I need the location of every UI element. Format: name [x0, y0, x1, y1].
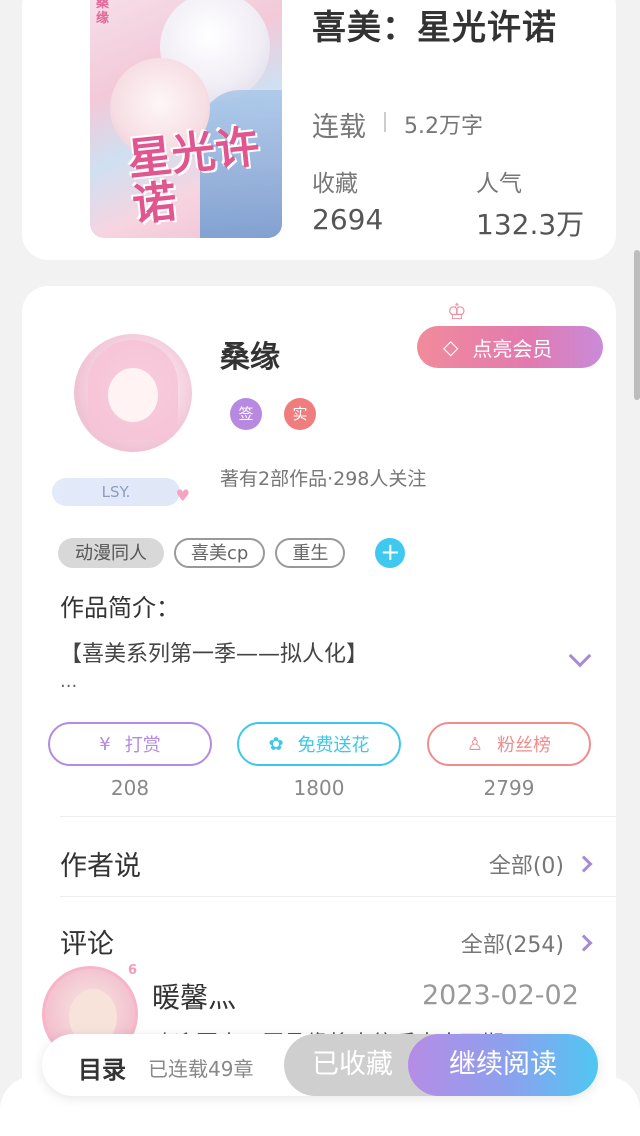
yen-icon: ¥ — [99, 733, 111, 755]
tip-label: 打赏 — [124, 735, 161, 756]
chevron-right-icon — [575, 855, 593, 873]
tip-button[interactable]: ¥ 打赏 — [48, 722, 212, 766]
vip-button-label: 点亮会员 — [472, 336, 553, 361]
author-card: LSY. ♥ 桑缘 ♔ ◇ 点亮会员 签 实 著有2部作品·298人关注 动漫同… — [22, 286, 616, 1136]
tag-item[interactable]: 喜美cp — [174, 538, 266, 568]
chapter-count: 已连载49章 — [148, 1057, 254, 1081]
flower-icon: ✿ — [268, 733, 284, 755]
continue-reading-button[interactable]: 继续阅读 — [408, 1034, 598, 1096]
verified-badge: 实 — [284, 398, 316, 430]
favorites-label: 收藏 — [312, 171, 358, 197]
bottom-action-bar: 目录 已连载49章 已收藏 继续阅读 — [42, 1034, 598, 1096]
divider — [60, 816, 616, 817]
intro-label: 作品简介： — [60, 594, 180, 622]
add-tag-icon[interactable]: + — [375, 538, 406, 568]
crown-icon: ♔ — [447, 300, 467, 325]
author-avatar[interactable] — [74, 334, 192, 452]
author-says-all-link[interactable]: 全部(0) — [488, 848, 593, 880]
divider — [60, 896, 616, 897]
chevron-right-icon — [575, 934, 593, 952]
popularity-value: 132.3万 — [476, 208, 585, 241]
author-name[interactable]: 桑缘 — [220, 332, 280, 376]
commenter-level: 6 — [127, 963, 137, 978]
author-says-title: 作者说 — [60, 851, 141, 882]
toc-button[interactable]: 目录 — [78, 1050, 126, 1085]
fan-count: 2799 — [483, 776, 535, 800]
tag-item[interactable]: 动漫同人 — [58, 538, 164, 568]
popularity-label: 人气 — [476, 171, 522, 197]
intro-text: 【喜美系列第一季——拟人化】 — [60, 642, 369, 667]
flower-count: 1800 — [293, 776, 345, 800]
cover-author-text: 桑缘 — [96, 0, 110, 26]
avatar-face — [108, 368, 158, 422]
book-status: 连载 — [312, 112, 366, 143]
fan-icon: ♙ — [466, 733, 484, 755]
author-meta: 著有2部作品·298人关注 — [220, 468, 427, 490]
comments-all-link[interactable]: 全部(254) — [460, 927, 593, 959]
book-cover[interactable]: 桑缘 星光许诺 — [90, 0, 282, 238]
signed-badge: 签 — [230, 398, 262, 430]
fan-ranking-label: 粉丝榜 — [497, 735, 552, 756]
scrollbar-thumb[interactable] — [634, 250, 640, 400]
status-divider — [384, 112, 386, 132]
cover-title-logo: 星光许诺 — [125, 121, 262, 232]
book-title: 喜美：星光许诺 — [312, 8, 557, 48]
send-flower-label: 免费送花 — [297, 735, 370, 756]
book-word-count: 5.2万字 — [404, 114, 483, 139]
comments-count: 全部(254) — [460, 933, 564, 958]
comment-date: 2023-02-02 — [422, 980, 579, 1011]
tag-list: 动漫同人 喜美cp 重生 + — [58, 538, 406, 568]
author-says-count: 全部(0) — [488, 854, 564, 879]
comments-title: 评论 — [60, 929, 114, 960]
send-flower-button[interactable]: ✿ 免费送花 — [237, 722, 401, 766]
nameplate-text: LSY. — [101, 483, 131, 501]
expand-intro-icon[interactable] — [568, 644, 592, 668]
diamond-icon: ◇ — [443, 335, 459, 359]
intro-ellipsis: ... — [60, 671, 78, 692]
favorites-value: 2694 — [312, 203, 384, 236]
vip-member-button[interactable]: ♔ ◇ 点亮会员 — [417, 300, 603, 368]
tip-count: 208 — [110, 776, 150, 800]
fan-ranking-button[interactable]: ♙ 粉丝榜 — [427, 722, 591, 766]
tag-item[interactable]: 重生 — [275, 538, 346, 568]
heart-icon: ♥ — [175, 486, 190, 505]
commenter-name[interactable]: 暖馨灬 — [152, 976, 236, 1016]
book-info-card: 桑缘 星光许诺 喜美：星光许诺 连载 5.2万字 收藏 人气 2694 132.… — [22, 0, 616, 260]
author-nameplate: LSY. ♥ — [52, 478, 190, 506]
